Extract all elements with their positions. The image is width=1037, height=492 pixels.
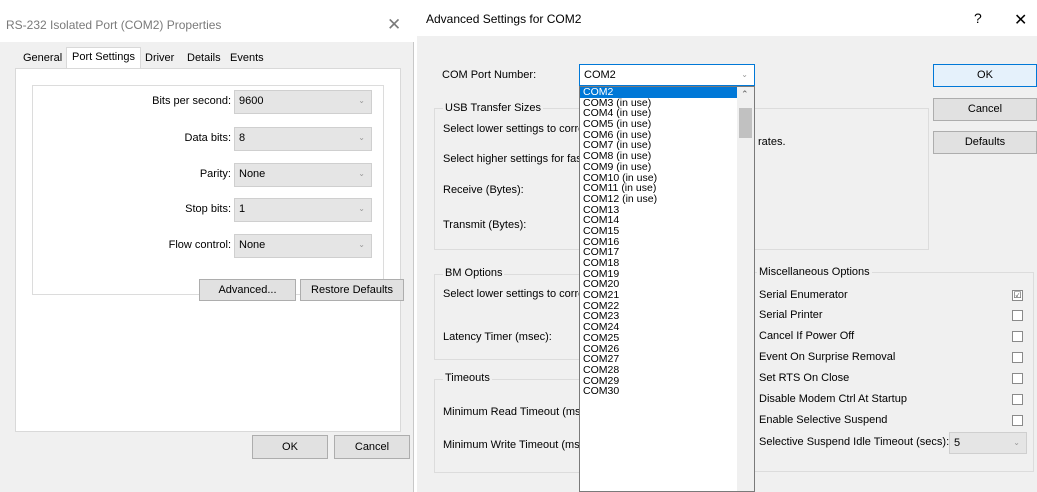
advanced-button[interactable]: Advanced... xyxy=(199,279,296,301)
idle-timeout-value: 5 xyxy=(954,437,961,449)
bits-per-second-select[interactable]: 9600 ⌄ xyxy=(234,90,372,114)
serial-printer-checkbox[interactable] xyxy=(1012,310,1023,321)
window-title: Advanced Settings for COM2 xyxy=(426,12,582,26)
chevron-down-icon: ⌄ xyxy=(358,240,365,249)
stop-bits-select[interactable]: 1 ⌄ xyxy=(234,198,372,222)
tab-strip: General Port Settings Driver Details Eve… xyxy=(0,42,414,69)
idle-timeout-select[interactable]: 5 ⌄ xyxy=(949,432,1027,454)
chevron-down-icon: ⌄ xyxy=(358,204,365,213)
tab-port-settings[interactable]: Port Settings xyxy=(66,47,141,69)
bits-per-second-label: Bits per second: xyxy=(152,95,231,107)
usb-transfer-title: USB Transfer Sizes xyxy=(443,102,543,114)
com-port-select[interactable]: COM2 ⌄ xyxy=(579,64,755,86)
chevron-down-icon: ⌄ xyxy=(358,169,365,178)
receive-label: Receive (Bytes): xyxy=(443,184,524,196)
bm-lower-text: Select lower settings to corre xyxy=(443,288,585,300)
tab-details[interactable]: Details xyxy=(182,50,226,68)
tab-general[interactable]: General xyxy=(18,50,67,68)
set-rts-on-close-checkbox[interactable] xyxy=(1012,373,1023,384)
bits-per-second-value: 9600 xyxy=(239,95,264,107)
title-bar: RS-232 Isolated Port (COM2) Properties ✕ xyxy=(0,8,414,42)
parity-value: None xyxy=(239,168,266,180)
min-read-timeout-label: Minimum Read Timeout (mse xyxy=(443,406,587,418)
chevron-down-icon: ⌄ xyxy=(741,70,748,79)
timeouts-title: Timeouts xyxy=(443,372,492,384)
com-port-label: COM Port Number: xyxy=(442,69,537,81)
window-title: RS-232 Isolated Port (COM2) Properties xyxy=(6,18,222,32)
data-bits-value: 8 xyxy=(239,132,246,144)
event-on-surprise-removal-checkbox[interactable] xyxy=(1012,352,1023,363)
chevron-down-icon: ⌄ xyxy=(1013,438,1020,447)
usb-higher-text: Select higher settings for fast xyxy=(443,153,585,165)
defaults-button[interactable]: Defaults xyxy=(933,131,1037,154)
title-bar: Advanced Settings for COM2 ? ✕ xyxy=(417,0,1037,36)
serial-enumerator-label: Serial Enumerator xyxy=(759,289,848,301)
port-settings-panel: Bits per second: 9600 ⌄ Data bits: 8 ⌄ Par… xyxy=(15,68,404,432)
dropdown-option[interactable]: COM9 (in use) xyxy=(580,162,754,173)
serial-printer-label: Serial Printer xyxy=(759,309,823,321)
enable-selective-suspend-label: Enable Selective Suspend xyxy=(759,414,888,426)
ok-button[interactable]: OK xyxy=(252,435,328,459)
data-bits-select[interactable]: 8 ⌄ xyxy=(234,127,372,151)
flow-control-label: Flow control: xyxy=(168,239,231,251)
disable-modem-ctrl-label: Disable Modem Ctrl At Startup xyxy=(759,393,907,405)
stop-bits-value: 1 xyxy=(239,203,246,215)
data-bits-label: Data bits: xyxy=(184,132,231,144)
chevron-down-icon: ⌄ xyxy=(358,96,365,105)
misc-options-title: Miscellaneous Options xyxy=(757,266,872,278)
scrollbar-thumb[interactable] xyxy=(739,108,752,138)
com-port-value: COM2 xyxy=(584,69,616,81)
usb-rates-text: rates. xyxy=(758,136,786,148)
close-icon[interactable]: ✕ xyxy=(387,15,401,35)
usb-lower-text: Select lower settings to corre xyxy=(443,123,585,135)
bm-options-title: BM Options xyxy=(443,267,505,279)
close-icon[interactable]: ✕ xyxy=(1014,10,1027,30)
latency-label: Latency Timer (msec): xyxy=(443,331,552,343)
selective-suspend-idle-label: Selective Suspend Idle Timeout (secs): xyxy=(759,436,950,448)
cancel-if-power-off-label: Cancel If Power Off xyxy=(759,330,855,342)
parity-label: Parity: xyxy=(199,168,231,180)
disable-modem-ctrl-checkbox[interactable] xyxy=(1012,394,1023,405)
enable-selective-suspend-checkbox[interactable] xyxy=(1012,415,1023,426)
dropdown-option[interactable]: COM12 (in use) xyxy=(580,194,754,205)
min-write-timeout-label: Minimum Write Timeout (mse xyxy=(443,439,586,451)
tab-events[interactable]: Events xyxy=(225,50,269,68)
dropdown-items: COM2 COM3 (in use) COM4 (in use) COM5 (in u… xyxy=(580,87,754,397)
transmit-label: Transmit (Bytes): xyxy=(443,219,527,231)
stop-bits-label: Stop bits: xyxy=(185,203,231,215)
chevron-down-icon: ⌄ xyxy=(358,133,365,142)
serial-enumerator-checkbox[interactable]: ☑ xyxy=(1012,290,1023,301)
ok-button[interactable]: OK xyxy=(933,64,1037,87)
flow-control-value: None xyxy=(239,239,266,251)
tab-driver[interactable]: Driver xyxy=(140,50,179,68)
help-icon[interactable]: ? xyxy=(974,10,982,26)
cancel-if-power-off-checkbox[interactable] xyxy=(1012,331,1023,342)
chevron-up-icon[interactable]: ⌃ xyxy=(741,89,749,100)
flow-control-select[interactable]: None ⌄ xyxy=(234,234,372,258)
dropdown-option[interactable]: COM28 xyxy=(580,365,754,376)
dropdown-scrollbar[interactable]: ⌃ xyxy=(737,87,754,491)
port-properties-window: RS-232 Isolated Port (COM2) Properties ✕… xyxy=(0,8,414,492)
event-on-surprise-removal-label: Event On Surprise Removal xyxy=(759,351,896,363)
dropdown-option[interactable]: COM30 xyxy=(580,386,754,397)
cancel-button[interactable]: Cancel xyxy=(334,435,410,459)
dropdown-option[interactable]: COM25 xyxy=(580,333,754,344)
set-rts-on-close-label: Set RTS On Close xyxy=(759,372,850,384)
settings-group: Bits per second: 9600 ⌄ Data bits: 8 ⌄ Par… xyxy=(32,85,404,301)
cancel-button[interactable]: Cancel xyxy=(933,98,1037,121)
parity-select[interactable]: None ⌄ xyxy=(234,163,372,187)
com-port-dropdown-list[interactable]: COM2 COM3 (in use) COM4 (in use) COM5 (in u… xyxy=(579,86,755,492)
restore-defaults-button[interactable]: Restore Defaults xyxy=(300,279,404,301)
